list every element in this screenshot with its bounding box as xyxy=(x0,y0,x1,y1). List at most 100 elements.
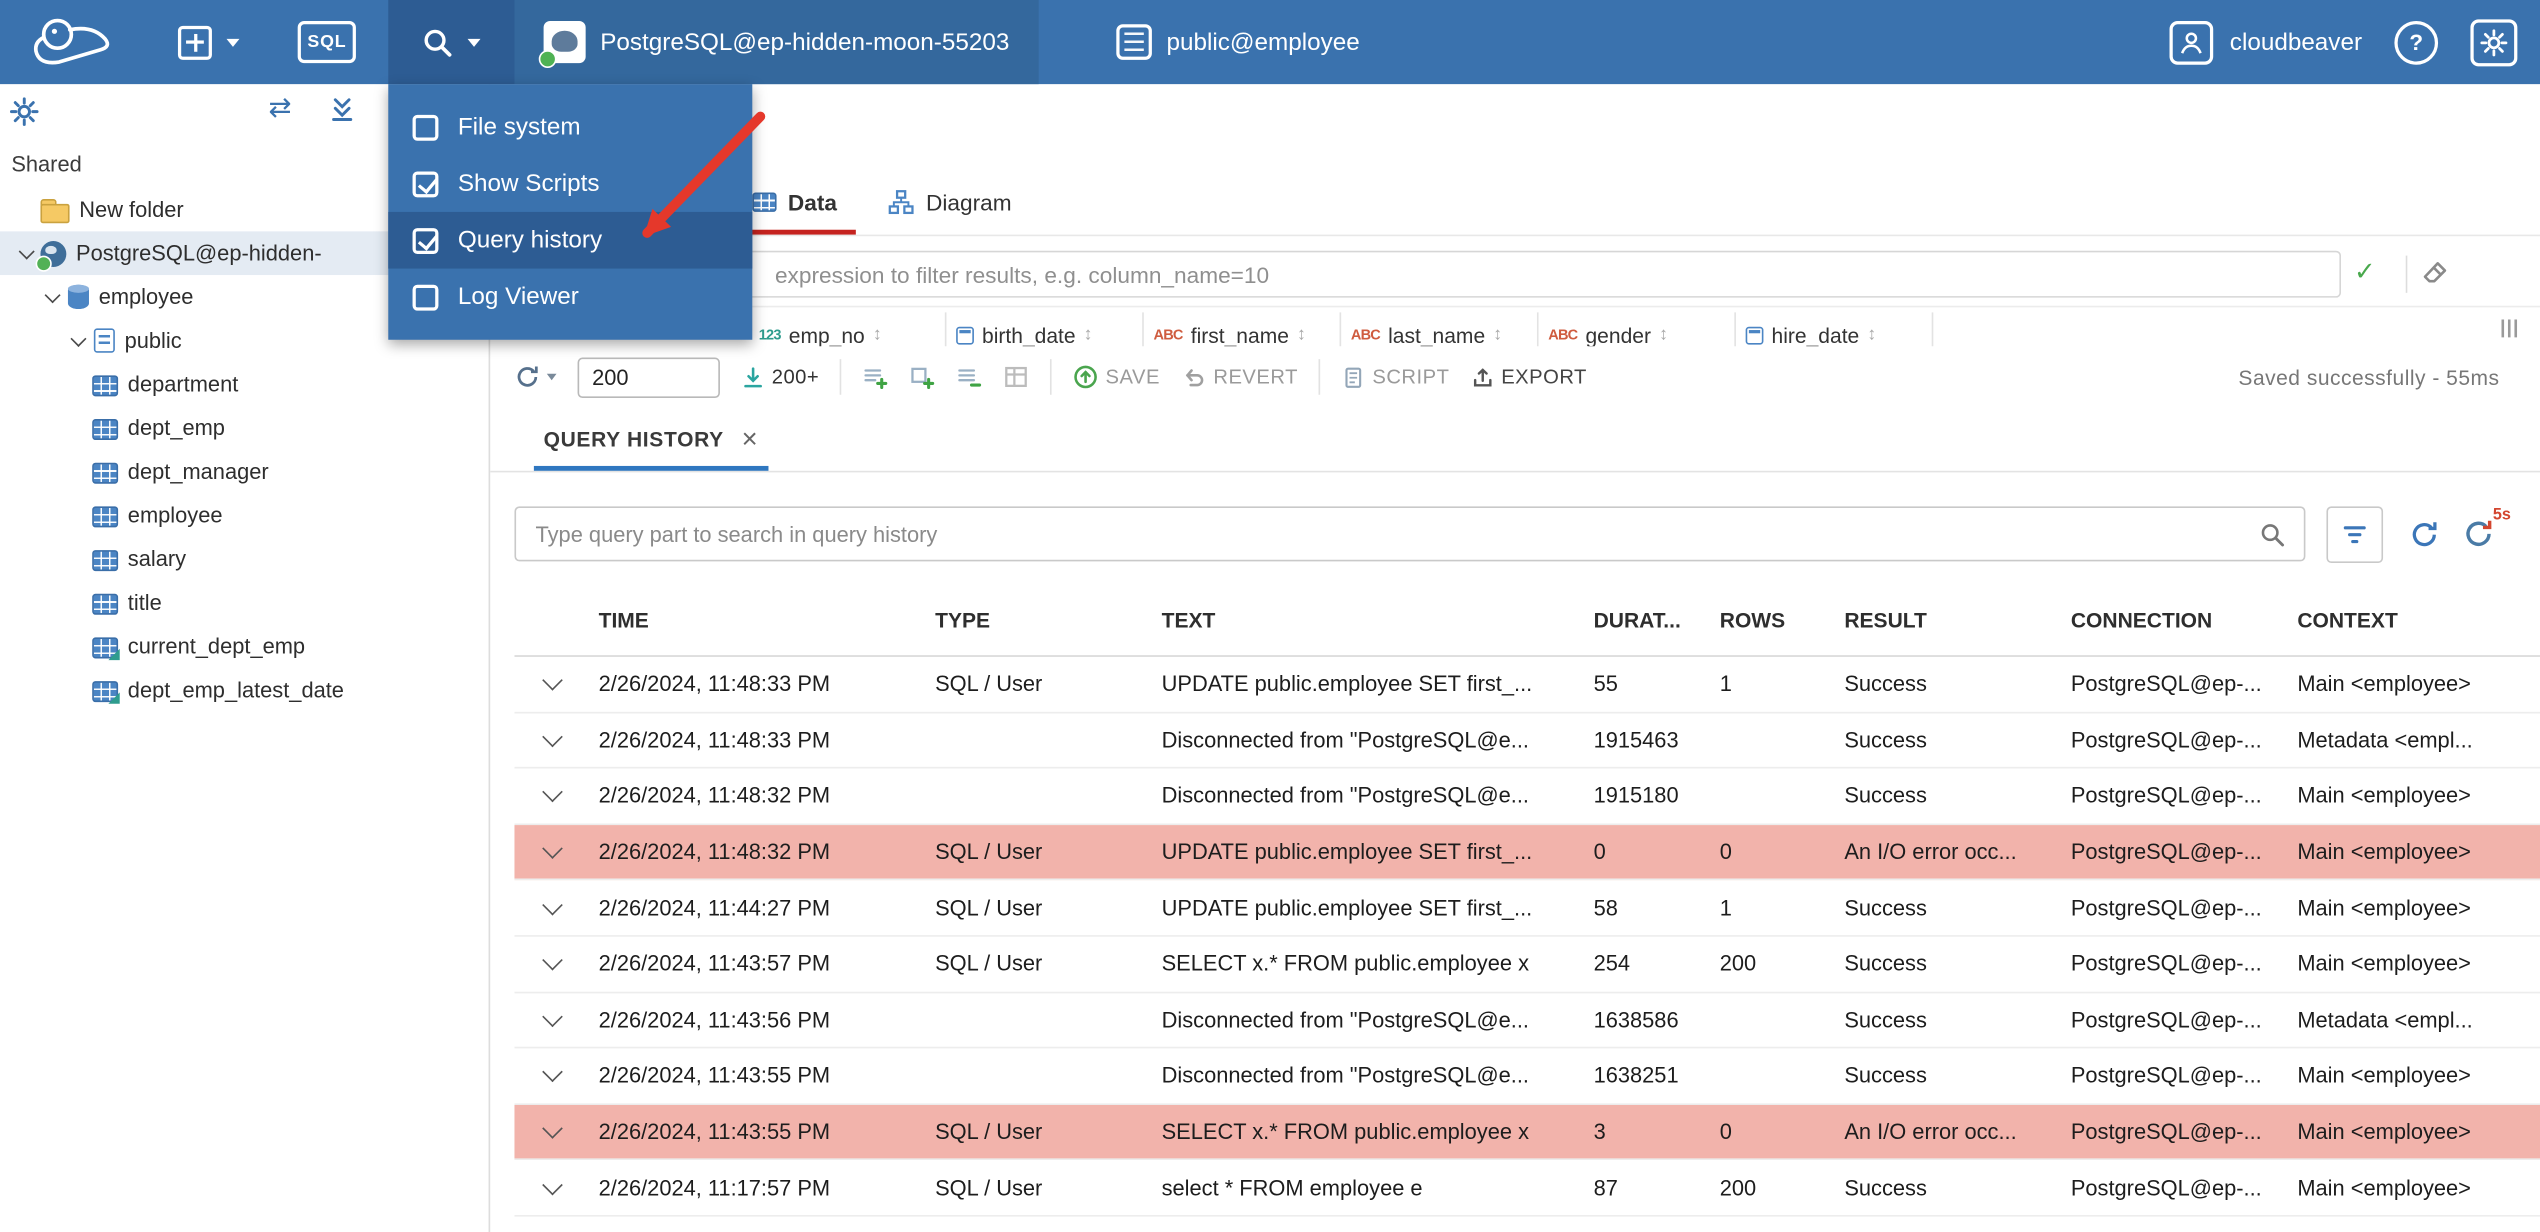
save-button[interactable]: SAVE xyxy=(1073,364,1160,390)
tools-dropdown-menu: File system Show Scripts Query history L… xyxy=(388,84,753,340)
expand-row-button[interactable] xyxy=(531,1161,573,1215)
menu-item[interactable]: File system xyxy=(388,99,752,156)
sync-connection-icon[interactable]: ⇄ xyxy=(269,92,292,124)
query-history-row[interactable]: 2/26/2024, 11:48:32 PM SQL / User UPDATE… xyxy=(514,824,2540,881)
query-history-row[interactable]: 2/26/2024, 11:48:32 PM Disconnected from… xyxy=(514,769,2540,825)
delete-row-button[interactable] xyxy=(957,364,983,390)
tree-item[interactable]: dept_emp xyxy=(0,406,489,450)
grid-column-header[interactable]: gender ↕ xyxy=(1539,312,1736,347)
column-header[interactable]: DURAT... xyxy=(1594,586,1707,656)
revert-label: REVERT xyxy=(1213,365,1298,389)
new-connection-button[interactable] xyxy=(177,0,240,84)
tree-item[interactable]: employee xyxy=(0,493,489,537)
checkbox[interactable] xyxy=(412,227,439,254)
clear-filter-icon[interactable] xyxy=(2422,259,2450,295)
apply-filter-icon[interactable]: ✓ xyxy=(2354,256,2376,288)
grid-mode-button[interactable] xyxy=(1004,364,1030,390)
tree-item[interactable]: dept_manager xyxy=(0,450,489,494)
query-history-row[interactable]: 2/26/2024, 11:43:55 PM SQL / User SELECT… xyxy=(514,1104,2540,1161)
help-button[interactable]: ? xyxy=(2394,20,2439,64)
expand-chevron-icon[interactable] xyxy=(39,293,67,301)
grid-column-header[interactable]: hire_date ↕ xyxy=(1736,312,1934,347)
expand-row-button[interactable] xyxy=(531,825,573,879)
checkbox[interactable] xyxy=(412,114,439,140)
query-history-row[interactable]: 2/26/2024, 11:43:57 PM SQL / User SELECT… xyxy=(514,937,2540,993)
connection-selector[interactable]: PostgreSQL@ep-hidden-moon-55203 xyxy=(514,0,1039,85)
sort-icon[interactable]: ↕ xyxy=(1659,325,1668,344)
sidebar-settings-button[interactable] xyxy=(9,97,39,134)
sort-icon[interactable]: ↕ xyxy=(1493,325,1502,344)
close-icon[interactable]: × xyxy=(742,423,759,455)
query-history-search[interactable] xyxy=(514,506,2306,562)
row-limit-input[interactable] xyxy=(577,356,720,398)
sort-icon[interactable]: ↕ xyxy=(873,325,882,344)
query-history-row[interactable]: 2/26/2024, 11:44:27 PM SQL / User UPDATE… xyxy=(514,881,2540,937)
query-history-row[interactable]: 2/26/2024, 11:48:33 PM Disconnected from… xyxy=(514,713,2540,769)
grid-column-header[interactable]: first_name ↕ xyxy=(1144,312,1342,347)
expand-row-button[interactable] xyxy=(531,713,573,767)
cloudbeaver-logo[interactable] xyxy=(23,11,127,81)
sort-icon[interactable]: ↕ xyxy=(1084,325,1093,344)
tree-item[interactable]: dept_emp_latest_date xyxy=(0,668,489,712)
expand-row-button[interactable] xyxy=(531,1049,573,1103)
refresh-button[interactable] xyxy=(2409,519,2440,550)
open-sql-editor-button[interactable]: SQL xyxy=(297,0,357,84)
collapse-all-icon[interactable] xyxy=(328,95,356,131)
menu-item[interactable]: Show Scripts xyxy=(388,155,752,212)
checkbox[interactable] xyxy=(412,170,439,197)
menu-item[interactable]: Log Viewer xyxy=(388,269,752,326)
expand-chevron-icon[interactable] xyxy=(65,337,93,345)
tree-item[interactable]: title xyxy=(0,581,489,625)
duplicate-row-button[interactable] xyxy=(910,364,936,390)
query-history-row[interactable]: 2/26/2024, 11:43:55 PM Disconnected from… xyxy=(514,1049,2540,1105)
column-header[interactable]: CONTEXT xyxy=(2297,586,2540,656)
expand-row-button[interactable] xyxy=(531,1105,573,1159)
query-history-row[interactable]: 2/26/2024, 11:43:56 PM Disconnected from… xyxy=(514,993,2540,1049)
tab-diagram[interactable]: Diagram xyxy=(869,170,1031,235)
revert-button[interactable]: REVERT xyxy=(1181,364,1298,390)
cell-text: Disconnected from "PostgreSQL@e... xyxy=(1161,727,1530,753)
column-header[interactable]: ROWS xyxy=(1720,586,1832,656)
search-icon xyxy=(2258,521,2286,557)
filter-input[interactable]: expression to filter results, e.g. colum… xyxy=(503,250,2342,298)
tab-query-history[interactable]: QUERY HISTORY × xyxy=(533,408,768,471)
export-button[interactable]: EXPORT xyxy=(1470,365,1586,389)
query-history-row[interactable]: 2/26/2024, 11:17:57 PM SQL / User select… xyxy=(514,1161,2540,1217)
expand-row-button[interactable] xyxy=(531,657,573,711)
expand-row-button[interactable] xyxy=(531,769,573,823)
sort-icon[interactable]: ↕ xyxy=(1297,325,1306,344)
column-header[interactable]: CONNECTION xyxy=(2071,586,2285,656)
user-menu[interactable]: cloudbeaver xyxy=(2169,20,2362,64)
grid-column-header[interactable]: birth_date ↕ xyxy=(946,312,1144,347)
add-row-button[interactable] xyxy=(863,364,889,390)
tree-item[interactable]: current_dept_emp xyxy=(0,624,489,668)
grid-column-header[interactable]: last_name ↕ xyxy=(1341,312,1539,347)
query-history-row[interactable]: 2/26/2024, 11:48:33 PM SQL / User UPDATE… xyxy=(514,657,2540,713)
expand-chevron-icon[interactable] xyxy=(13,249,41,257)
menu-item[interactable]: Query history xyxy=(388,211,753,269)
checkbox[interactable] xyxy=(412,283,439,310)
filter-button[interactable] xyxy=(2326,505,2384,563)
refresh-button[interactable] xyxy=(514,364,557,390)
grid-column-header[interactable]: emp_no ↕ xyxy=(749,312,947,347)
expand-row-button[interactable] xyxy=(531,937,573,991)
grid-config-icon[interactable] xyxy=(2498,317,2521,346)
sort-icon[interactable]: ↕ xyxy=(1867,325,1876,344)
column-header[interactable]: TEXT xyxy=(1162,586,1581,656)
settings-button[interactable] xyxy=(2470,18,2518,66)
tools-menu-button[interactable] xyxy=(388,0,515,85)
auto-refresh-button[interactable]: 5s xyxy=(2462,506,2511,550)
schema-selector[interactable]: public@employee xyxy=(1094,0,1383,84)
column-header[interactable]: RESULT xyxy=(1844,586,2058,656)
expand-row-button[interactable] xyxy=(531,993,573,1047)
fetch-more-button[interactable]: 200+ xyxy=(741,365,819,389)
tree-item[interactable]: department xyxy=(0,362,489,406)
column-header[interactable]: TYPE xyxy=(935,586,1149,656)
column-header[interactable]: TIME xyxy=(599,586,923,656)
cell-duration: 1915180 xyxy=(1593,783,1679,809)
search-input[interactable] xyxy=(516,507,2304,560)
tree-item[interactable]: salary xyxy=(0,537,489,581)
script-button[interactable]: SCRIPT xyxy=(1342,365,1450,389)
column-type-icon xyxy=(1745,325,1764,344)
expand-row-button[interactable] xyxy=(531,881,573,935)
